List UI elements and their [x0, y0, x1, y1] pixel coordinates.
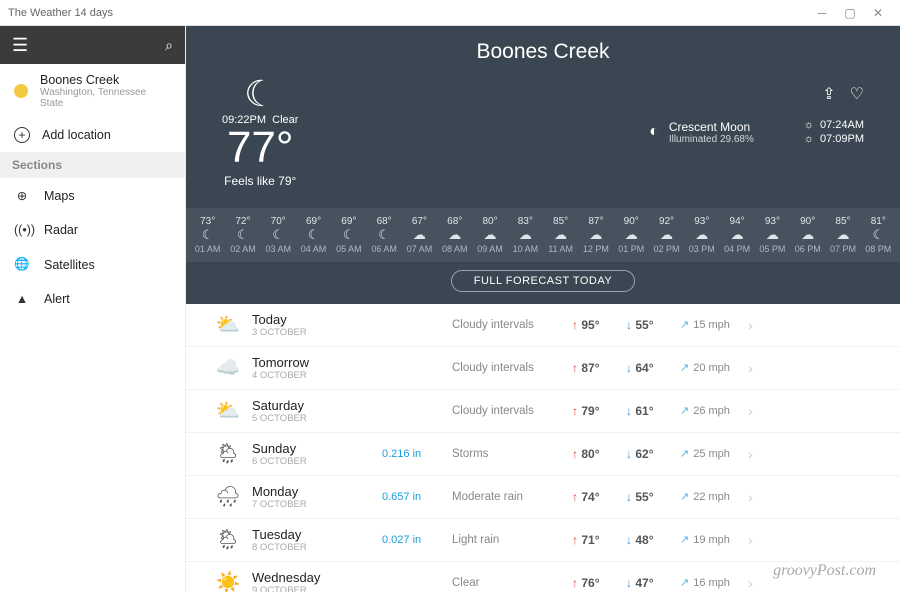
sidebar: ☰ ⌕ Boones Creek Washington, Tennessee S… [0, 26, 186, 592]
wind-icon: ↗ [680, 576, 689, 589]
hour-cell[interactable]: 93°☁05 PM [755, 214, 790, 256]
daily-row[interactable]: 🌦Sunday6 OCTOBER0.216 inStorms↑ 80°↓ 62°… [186, 433, 900, 476]
daily-row[interactable]: ⛅Saturday5 OCTOBERCloudy intervals↑ 79°↓… [186, 390, 900, 433]
daily-row[interactable]: ☀️Wednesday9 OCTOBERClear↑ 76°↓ 47°↗16 m… [186, 562, 900, 592]
hour-cell[interactable]: 85°☁11 AM [543, 214, 578, 256]
hour-cell[interactable]: 68°☁08 AM [437, 214, 472, 256]
sidebar-item-maps[interactable]: ⊕ Maps [0, 178, 185, 213]
sidebar-item-alert[interactable]: ▲ Alert [0, 282, 185, 316]
hamburger-icon[interactable]: ☰ [12, 35, 28, 56]
hero-location-title: Boones Creek [214, 40, 872, 64]
chevron-right-icon: › [748, 317, 753, 333]
radar-icon: ((•)) [14, 223, 30, 237]
sidebar-location[interactable]: Boones Creek Washington, Tennessee State [0, 64, 185, 118]
hour-cell[interactable]: 93°☁03 PM [684, 214, 719, 256]
weather-icon: 🌦 [204, 527, 252, 552]
location-sub: Washington, Tennessee State [40, 87, 171, 109]
hour-cell[interactable]: 92°☁02 PM [649, 214, 684, 256]
full-forecast-wrap: FULL FORECAST TODAY [186, 262, 900, 304]
satellite-icon: 🌐 [14, 257, 30, 272]
window-minimize-icon[interactable]: ─ [808, 6, 836, 20]
weather-icon: 🌦 [204, 441, 252, 466]
wind-icon: ↗ [680, 533, 689, 546]
window-close-icon[interactable]: ✕ [864, 6, 892, 20]
hour-cell[interactable]: 80°☁09 AM [472, 214, 507, 256]
hour-cell[interactable]: 70°☾03 AM [261, 214, 296, 256]
chevron-right-icon: › [748, 403, 753, 419]
chevron-right-icon: › [748, 360, 753, 376]
current-temp: 77° [222, 126, 298, 170]
chevron-right-icon: › [748, 532, 753, 548]
share-icon[interactable]: ⇪ [822, 84, 835, 104]
current-moon-icon: ☾ [222, 76, 298, 112]
window-title: The Weather 14 days [8, 7, 113, 19]
add-location-button[interactable]: + Add location [0, 118, 185, 152]
moon-phase-block: ◐ Crescent Moon Illuminated 29.68% [649, 120, 754, 145]
hourly-strip[interactable]: 73°☾01 AM72°☾02 AM70°☾03 AM69°☾04 AM69°☾… [186, 208, 900, 262]
window-titlebar: The Weather 14 days ─ ▢ ✕ [0, 0, 900, 26]
current-conditions: ☾ 09:22PM Clear 77° Feels like 79° [222, 76, 298, 188]
wind-icon: ↗ [680, 447, 689, 460]
sunrise-icon: ☼ [804, 119, 814, 131]
wind-icon: ↗ [680, 318, 689, 331]
hour-cell[interactable]: 83°☁10 AM [508, 214, 543, 256]
hour-cell[interactable]: 73°☾01 AM [190, 214, 225, 256]
search-icon[interactable]: ⌕ [165, 37, 173, 54]
globe-icon: ⊕ [14, 188, 30, 203]
favorite-icon[interactable]: ♡ [850, 84, 864, 104]
hour-cell[interactable]: 94°☁04 PM [719, 214, 754, 256]
sun-dot-icon [14, 84, 28, 98]
sunset-icon: ☼ [804, 133, 814, 145]
hour-cell[interactable]: 69°☾05 AM [331, 214, 366, 256]
hour-cell[interactable]: 85°☁07 PM [825, 214, 860, 256]
sidebar-item-satellites[interactable]: 🌐 Satellites [0, 247, 185, 282]
sidebar-top: ☰ ⌕ [0, 26, 185, 64]
daily-row[interactable]: ⛅Today3 OCTOBERCloudy intervals↑ 95°↓ 55… [186, 304, 900, 347]
weather-icon: ☁️ [204, 355, 252, 380]
daily-row[interactable]: ☁️Tomorrow4 OCTOBERCloudy intervals↑ 87°… [186, 347, 900, 390]
daily-row[interactable]: 🌧Monday7 OCTOBER0.657 inModerate rain↑ 7… [186, 476, 900, 519]
location-name: Boones Creek [40, 73, 171, 87]
hour-cell[interactable]: 90°☁06 PM [790, 214, 825, 256]
hour-cell[interactable]: 81°☾08 PM [861, 214, 896, 256]
wind-icon: ↗ [680, 490, 689, 503]
hero-panel: Boones Creek ⇪ ♡ ☾ 09:22PM Clear 77° Fee… [186, 26, 900, 208]
chevron-right-icon: › [748, 446, 753, 462]
sidebar-item-radar[interactable]: ((•)) Radar [0, 213, 185, 247]
wind-icon: ↗ [680, 361, 689, 374]
chevron-right-icon: › [748, 575, 753, 591]
weather-icon: ☀️ [204, 570, 252, 592]
hour-cell[interactable]: 87°☁12 PM [578, 214, 613, 256]
window-maximize-icon[interactable]: ▢ [836, 6, 864, 20]
plus-icon: + [14, 127, 30, 143]
moon-phase-icon: ◐ [649, 123, 659, 141]
main-content: Boones Creek ⇪ ♡ ☾ 09:22PM Clear 77° Fee… [186, 26, 900, 592]
weather-icon: 🌧 [204, 484, 252, 509]
wind-icon: ↗ [680, 404, 689, 417]
full-forecast-button[interactable]: FULL FORECAST TODAY [451, 270, 635, 292]
daily-forecast-list: ⛅Today3 OCTOBERCloudy intervals↑ 95°↓ 55… [186, 304, 900, 592]
hour-cell[interactable]: 68°☾06 AM [366, 214, 401, 256]
sun-times: ☼07:24AM ☼07:09PM [804, 117, 864, 147]
chevron-right-icon: › [748, 489, 753, 505]
hour-cell[interactable]: 67°☁07 AM [402, 214, 437, 256]
hour-cell[interactable]: 90°☁01 PM [614, 214, 649, 256]
daily-row[interactable]: 🌦Tuesday8 OCTOBER0.027 inLight rain↑ 71°… [186, 519, 900, 562]
weather-icon: ⛅ [204, 398, 252, 423]
alert-icon: ▲ [14, 292, 30, 306]
weather-icon: ⛅ [204, 312, 252, 337]
hour-cell[interactable]: 69°☾04 AM [296, 214, 331, 256]
feels-like: Feels like 79° [222, 174, 298, 188]
hour-cell[interactable]: 72°☾02 AM [225, 214, 260, 256]
sections-header: Sections [0, 152, 185, 178]
